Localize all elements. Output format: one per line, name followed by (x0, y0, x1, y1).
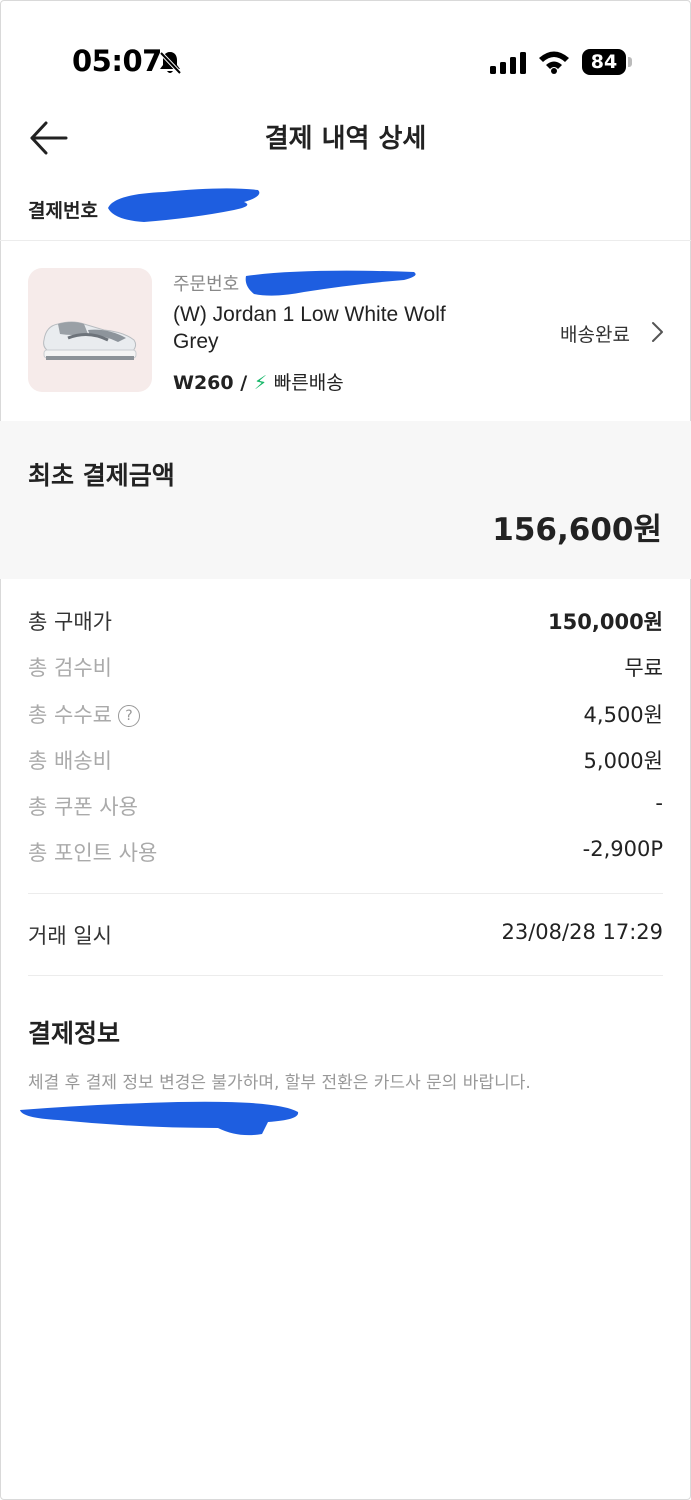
payment-info-notice: 체결 후 결제 정보 변경은 불가하며, 할부 전환은 카드사 문의 바랍니다. (28, 1073, 531, 1093)
detail-label: 총 구매가 (28, 610, 112, 634)
divider (28, 975, 663, 976)
wifi-icon (539, 51, 569, 74)
detail-row-fee: 총 수수료? 4,500원 (28, 699, 663, 729)
product-size: W260 / (173, 372, 248, 394)
payment-number-label: 결제번호 (28, 200, 98, 222)
transaction-row: 거래 일시 23/08/28 17:29 (28, 920, 663, 950)
detail-value: - (655, 791, 663, 815)
detail-row-shipping: 총 배송비 5,000원 (28, 745, 663, 775)
detail-row-coupon: 총 쿠폰 사용 - (28, 791, 663, 821)
initial-payment-amount: 156,600원 (492, 512, 662, 548)
detail-label: 총 수수료 (28, 703, 112, 727)
product-name[interactable]: (W) Jordan 1 Low White Wolf Grey (173, 301, 453, 355)
detail-row-inspection: 총 검수비 무료 (28, 652, 663, 682)
payment-info-title: 결제정보 (28, 1019, 121, 1048)
product-image[interactable] (28, 268, 152, 392)
detail-value: 무료 (624, 656, 663, 680)
detail-label: 총 검수비 (28, 656, 112, 680)
detail-row-points: 총 포인트 사용 -2,900P (28, 837, 663, 867)
redaction-mark (20, 1101, 299, 1136)
battery-tip (628, 57, 632, 67)
divider (28, 893, 663, 894)
detail-label: 총 포인트 사용 (28, 841, 158, 865)
battery-icon: 84 (582, 49, 626, 75)
redaction-mark (108, 188, 260, 222)
fast-delivery-icon: ⚡ (253, 372, 268, 394)
help-icon[interactable]: ? (117, 705, 140, 727)
redaction-mark (245, 270, 416, 296)
detail-value: -2,900P (582, 837, 663, 861)
chevron-right-icon[interactable] (651, 321, 665, 343)
detail-label: 총 쿠폰 사용 (28, 795, 138, 819)
transaction-label: 거래 일시 (28, 924, 112, 948)
initial-payment-label: 최초 결제금액 (28, 461, 175, 490)
detail-value: 4,500원 (583, 703, 663, 727)
sneaker-image (43, 321, 137, 360)
detail-value: 150,000원 (548, 610, 663, 634)
product-option: W260 / ⚡ 빠른배송 (173, 368, 344, 395)
divider (0, 240, 691, 241)
page-title: 결제 내역 상세 (264, 124, 427, 154)
delivery-type: 빠른배송 (273, 372, 344, 394)
detail-row-purchase: 총 구매가 150,000원 (28, 606, 663, 636)
status-bar: 05:07 84 (0, 0, 691, 110)
shipping-status[interactable]: 배송완료 (560, 320, 630, 347)
bell-off-icon (159, 51, 182, 75)
initial-payment-section (0, 421, 691, 579)
detail-value: 5,000원 (583, 749, 663, 773)
transaction-value: 23/08/28 17:29 (501, 920, 663, 944)
order-number-label: 주문번호 (173, 274, 240, 295)
detail-label: 총 배송비 (28, 749, 112, 773)
cellular-signal-icon (490, 52, 526, 74)
status-time: 05:07 (72, 44, 162, 78)
detail-label-wrap: 총 수수료? (28, 699, 140, 729)
